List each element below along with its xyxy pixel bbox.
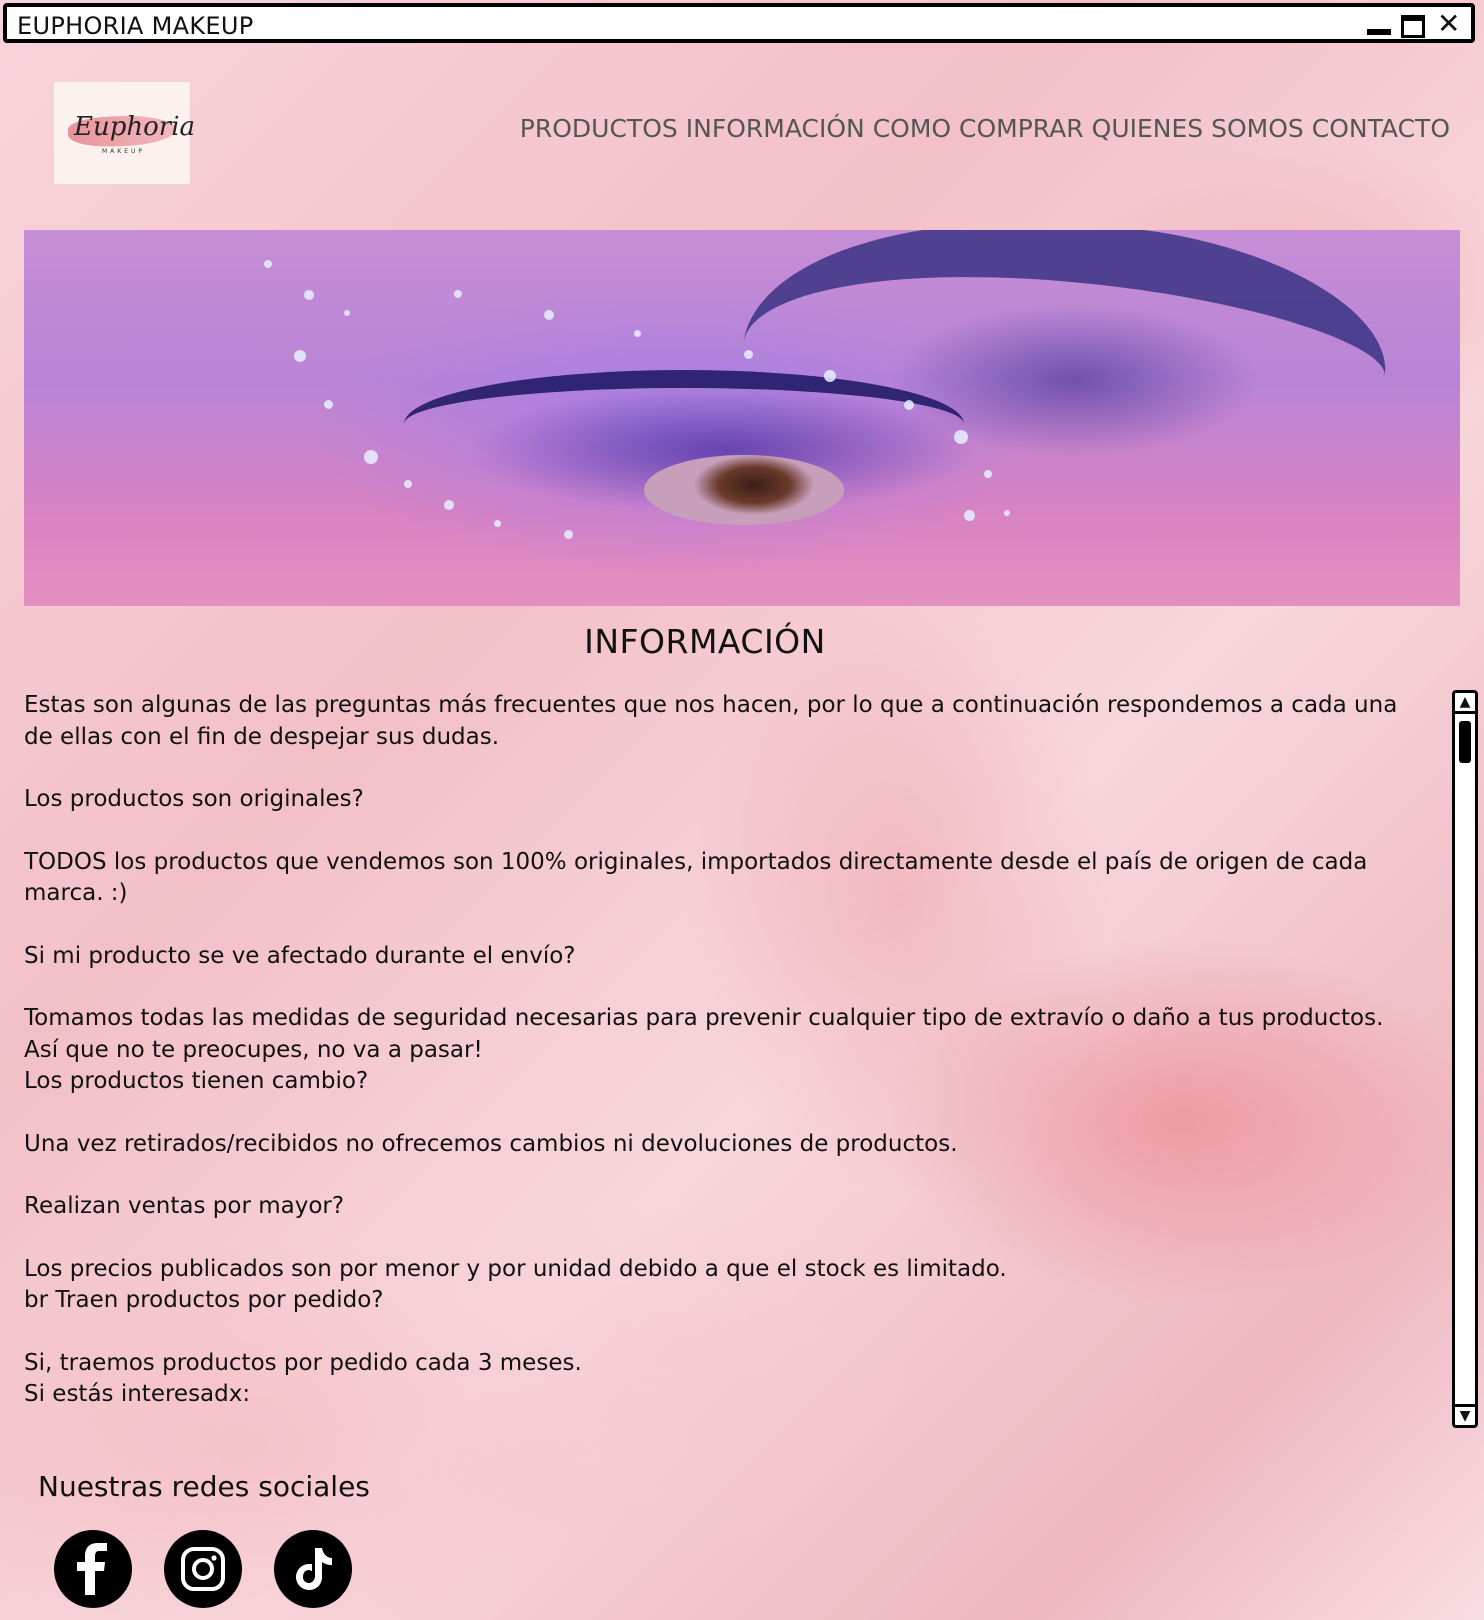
- glitter-dot: [824, 370, 836, 382]
- scroll-down-arrow-icon[interactable]: ▼: [1455, 1404, 1475, 1425]
- page-title: INFORMACIÓN: [584, 622, 826, 661]
- close-icon: ✕: [1437, 7, 1461, 40]
- faq-intro: Estas son algunas de las preguntas más f…: [24, 692, 1398, 750]
- tiktok-icon[interactable]: [274, 1530, 352, 1608]
- glitter-dot: [544, 310, 554, 320]
- nav-item-como-comprar[interactable]: COMO COMPRAR: [873, 114, 1084, 143]
- faq-answer: Si, traemos productos por pedido cada 3 …: [24, 1349, 582, 1376]
- glitter-dot: [454, 290, 462, 298]
- facebook-icon[interactable]: [54, 1530, 132, 1608]
- window-title: EUPHORIA MAKEUP: [17, 12, 254, 40]
- nav-item-quienes-somos[interactable]: QUIENES SOMOS: [1092, 114, 1304, 143]
- glitter-dot: [444, 500, 454, 510]
- nav-item-informacion[interactable]: INFORMACIÓN: [686, 114, 865, 143]
- glitter-dot: [1004, 510, 1010, 516]
- social-section-title: Nuestras redes sociales: [38, 1470, 370, 1503]
- glitter-dot: [404, 480, 412, 488]
- glitter-dot: [364, 450, 378, 464]
- faq-answer: TODOS los productos que vendemos son 100…: [24, 848, 1368, 907]
- banner-eye: [644, 455, 844, 525]
- glitter-dot: [264, 260, 272, 268]
- faq-question: br Traen productos por pedido?: [24, 1287, 384, 1313]
- nav-item-contacto[interactable]: CONTACTO: [1312, 114, 1450, 143]
- minimize-button[interactable]: [1367, 13, 1393, 37]
- glitter-dot: [294, 350, 306, 362]
- glitter-dot: [344, 310, 350, 316]
- faq-question: Si mi producto se ve afectado durante el…: [24, 942, 576, 969]
- logo-sub-text: MAKEUP: [102, 148, 146, 155]
- faq-question: Los productos tienen cambio?: [24, 1068, 369, 1094]
- faq-question: Realizan ventas por mayor?: [24, 1193, 345, 1219]
- glitter-dot: [494, 520, 501, 527]
- glitter-dot: [564, 530, 573, 539]
- instagram-glyph: [181, 1547, 225, 1591]
- glitter-dot: [744, 350, 753, 359]
- faq-answer: Si estás interesadx:: [24, 1381, 251, 1407]
- facebook-glyph: [77, 1543, 107, 1595]
- glitter-dot: [954, 430, 968, 444]
- maximize-button[interactable]: [1401, 13, 1427, 38]
- close-button[interactable]: ✕: [1435, 7, 1461, 40]
- faq-question: Los productos son originales?: [24, 786, 364, 812]
- title-bar: EUPHORIA MAKEUP ✕: [3, 3, 1475, 43]
- instagram-icon[interactable]: [164, 1530, 242, 1608]
- main-nav: PRODUCTOS INFORMACIÓN COMO COMPRAR QUIEN…: [520, 114, 1450, 143]
- faq-content: Estas son algunas de las preguntas más f…: [24, 690, 1424, 1430]
- app-window: EUPHORIA MAKEUP ✕ Euphoria MAKEUP PRODUC…: [0, 0, 1484, 1620]
- logo-script-text: Euphoria: [74, 112, 196, 142]
- glitter-dot: [634, 330, 641, 337]
- glitter-dot: [324, 400, 333, 409]
- glitter-dot: [304, 290, 314, 300]
- glitter-dot: [984, 470, 992, 478]
- tiktok-glyph: [296, 1548, 332, 1590]
- hero-banner-image: [24, 230, 1460, 606]
- glitter-dot: [964, 510, 975, 521]
- nav-item-productos[interactable]: PRODUCTOS: [520, 114, 678, 143]
- faq-answer: Los precios publicados son por menor y p…: [24, 1255, 1007, 1282]
- faq-answer: Así que no te preocupes, no va a pasar!: [24, 1036, 483, 1063]
- glitter-dot: [904, 400, 914, 410]
- scroll-up-arrow-icon[interactable]: ▲: [1455, 693, 1475, 714]
- faq-answer: Una vez retirados/recibidos no ofrecemos…: [24, 1130, 958, 1157]
- scroll-thumb[interactable]: [1459, 721, 1471, 763]
- brand-logo[interactable]: Euphoria MAKEUP: [54, 82, 195, 184]
- content-scrollbar[interactable]: ▲ ▼: [1452, 690, 1478, 1428]
- faq-answer: Tomamos todas las medidas de seguridad n…: [24, 1005, 1384, 1031]
